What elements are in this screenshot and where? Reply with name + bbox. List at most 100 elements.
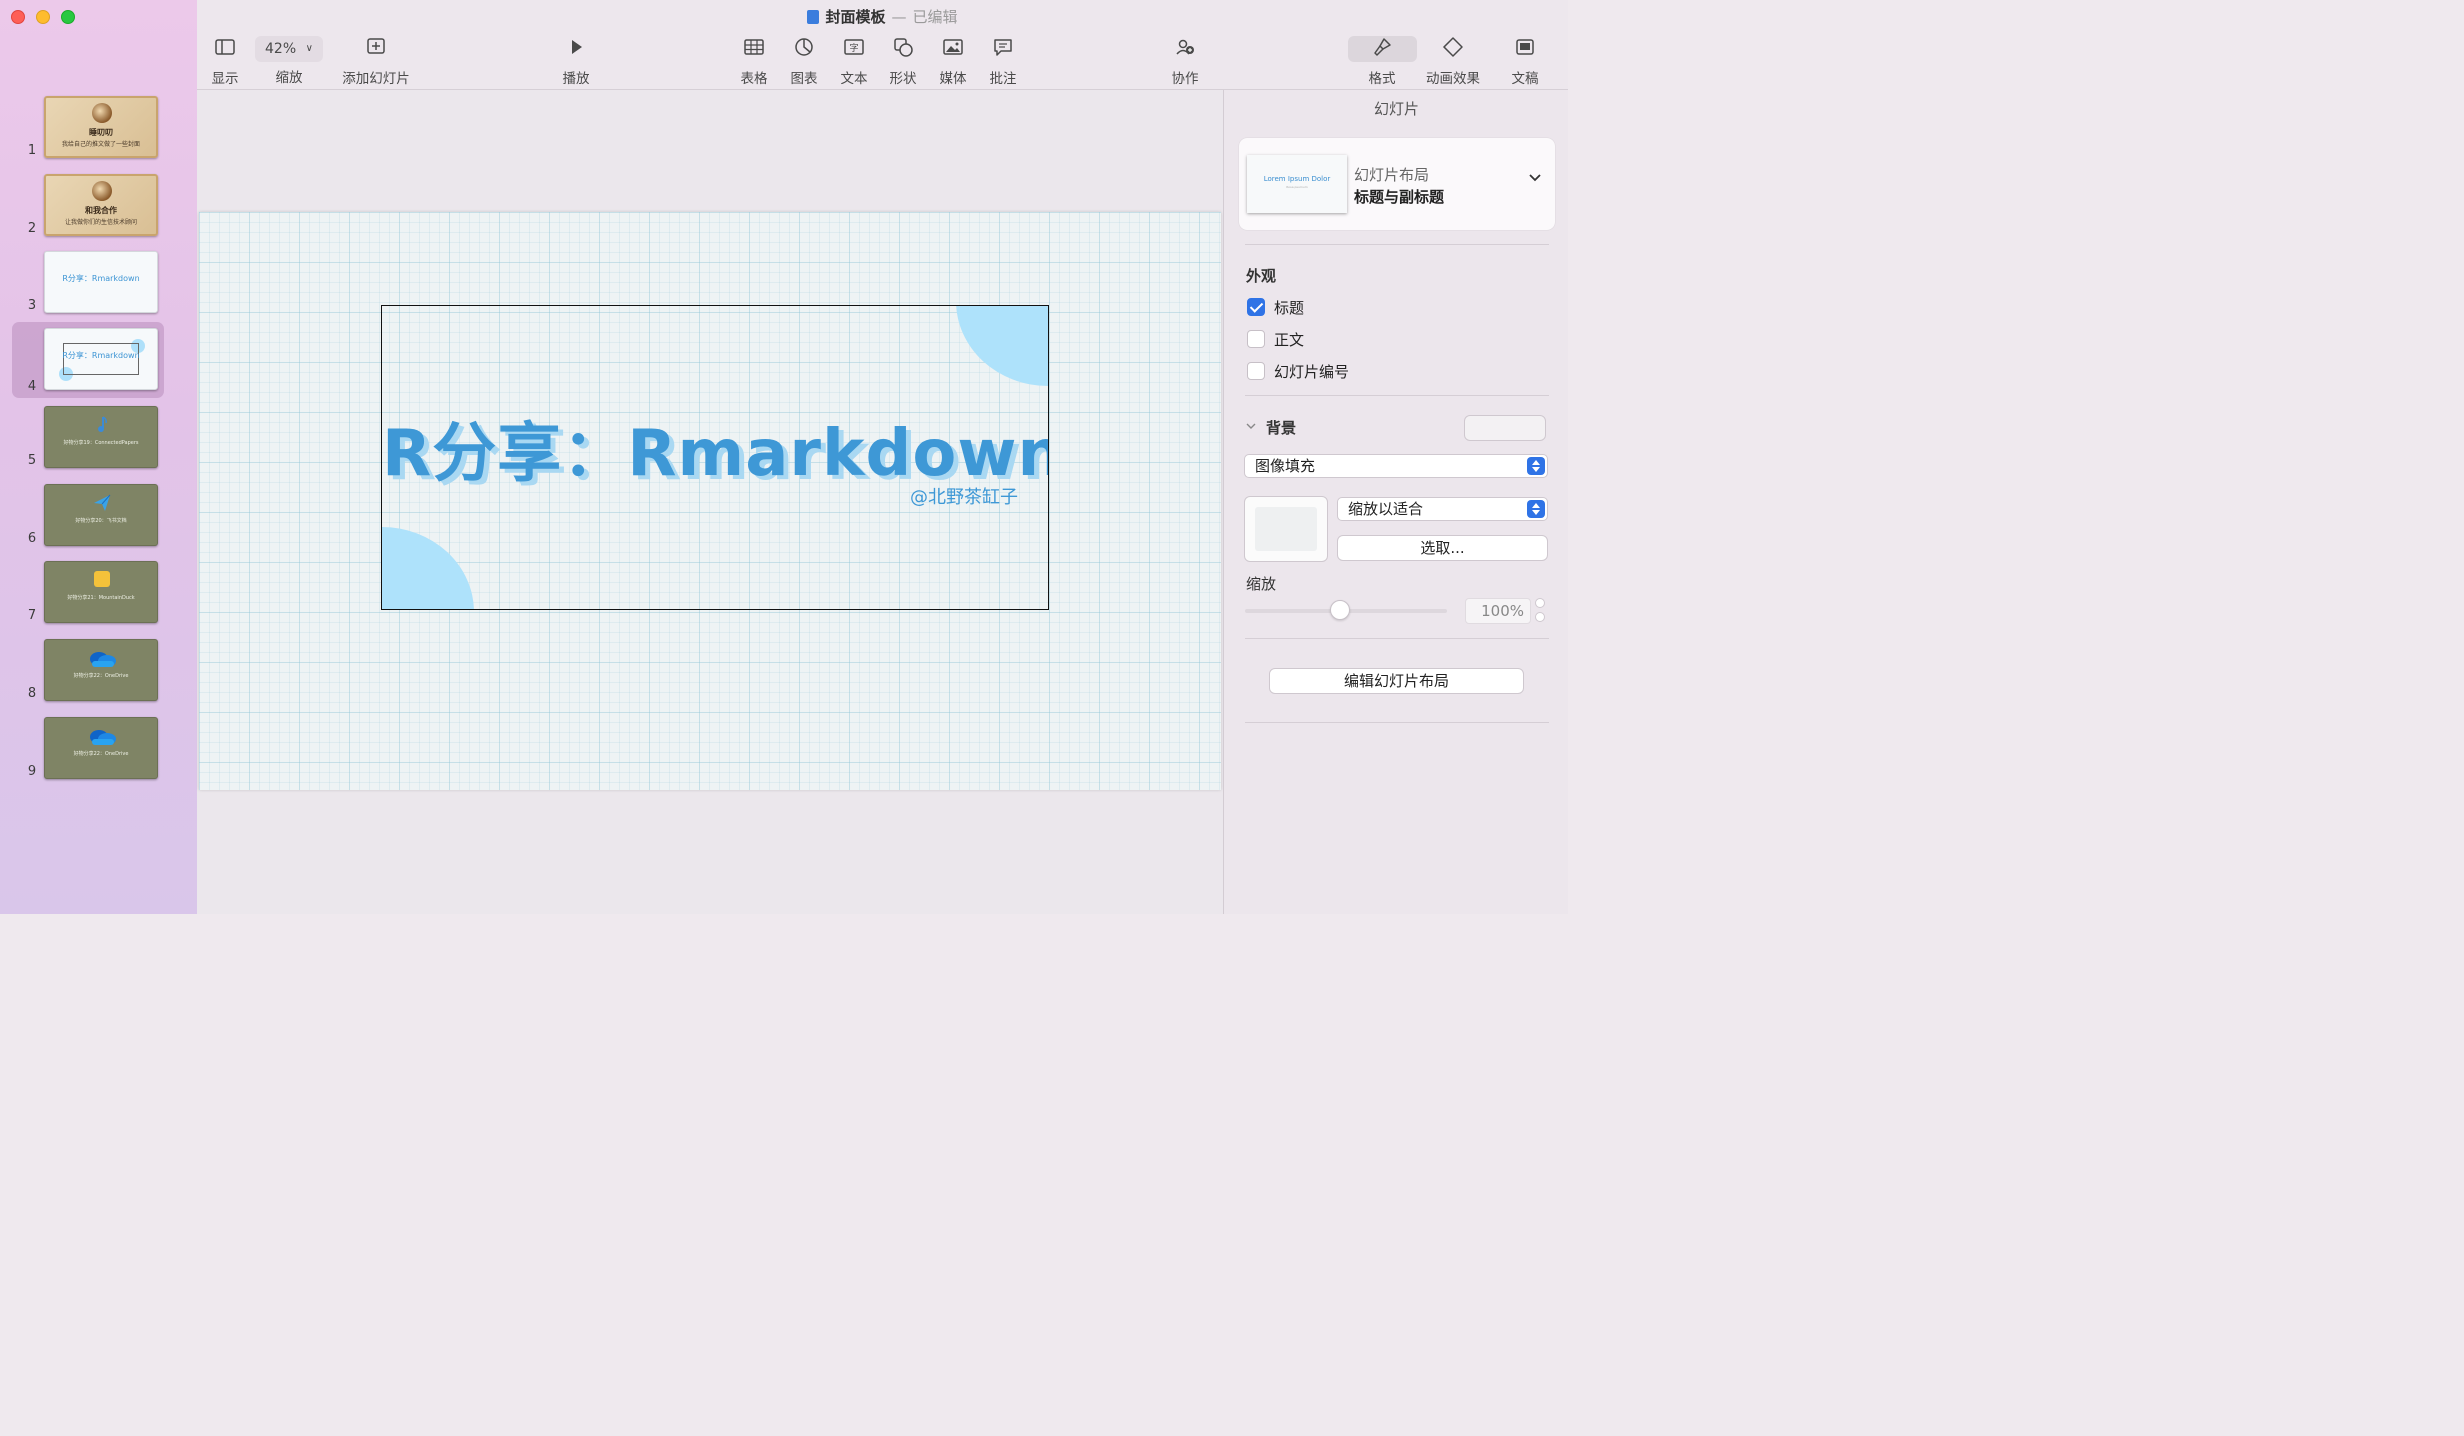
minimize-window-button[interactable] — [36, 10, 50, 24]
choose-image-button[interactable]: 选取... — [1337, 535, 1548, 561]
stepper-down-icon[interactable] — [1535, 612, 1545, 622]
document-button[interactable]: 文稿 — [1509, 36, 1541, 87]
media-button[interactable]: 媒体 — [937, 36, 969, 87]
photo-icon — [943, 39, 963, 55]
collaborate-icon — [1176, 39, 1194, 55]
slide-thumbnail-row-selected[interactable]: 4 R分享：Rmarkdown — [12, 322, 164, 398]
text-button[interactable]: 字 文本 — [838, 36, 870, 87]
background-image-well[interactable] — [1244, 496, 1328, 562]
slide-thumbnail[interactable]: 睡叨叨 我给自己的推文做了一些封面 — [44, 96, 158, 158]
zoom-caption: 缩放 — [269, 66, 309, 86]
slide-thumbnail-row[interactable]: 2 和我合作 让我做你们的生信技术顾问 — [12, 168, 164, 240]
slide-thumbnail[interactable]: 好物分享20：飞书文档 — [44, 484, 158, 546]
slide-thumbnail-row[interactable]: 8 好物分享22：OneDrive — [12, 633, 164, 705]
slide-number: 8 — [27, 686, 37, 701]
keynote-document-icon — [807, 10, 820, 24]
thumbnail-title: 和我合作 — [85, 206, 117, 215]
chevron-down-icon[interactable] — [1527, 170, 1543, 186]
animate-button[interactable]: 动画效果 — [1423, 36, 1483, 87]
slide-content-frame[interactable]: R分享：Rmarkdown @北野茶缸子 — [381, 305, 1049, 610]
collaborate-button[interactable]: 协作 — [1169, 36, 1201, 87]
slide-navigator: 1 睡叨叨 我给自己的推文做了一些封面 2 和我合作 让我做你们的生信技术顾问 … — [0, 0, 198, 914]
add-slide-label: 添加幻灯片 — [342, 71, 410, 87]
slide-thumbnail-row[interactable]: 1 睡叨叨 我给自己的推文做了一些封面 — [12, 90, 164, 162]
chevron-down-icon: ∨ — [305, 43, 313, 54]
checkbox-label: 正文 — [1274, 331, 1305, 349]
scale-slider-knob[interactable] — [1330, 600, 1350, 620]
slide-thumbnail[interactable]: 好物分享21：MountainDuck — [44, 561, 158, 623]
slide-thumbnail-row[interactable]: 9 好物分享22：OneDrive — [12, 711, 164, 783]
slide-number-checkbox[interactable] — [1247, 362, 1265, 380]
zoom-popup[interactable]: 42% ∨ — [255, 36, 323, 62]
slide-thumbnail[interactable]: 好物分享19：ConnectedPapers — [44, 406, 158, 468]
chart-label: 图表 — [790, 71, 818, 87]
slide-thumbnail[interactable]: R分享：Rmarkdown — [44, 251, 158, 313]
slide-number: 7 — [27, 608, 37, 623]
edit-slide-layout-button[interactable]: 编辑幻灯片布局 — [1269, 668, 1524, 694]
appearance-heading: 外观 — [1246, 267, 1277, 285]
divider — [1245, 722, 1549, 723]
slide-thumbnail[interactable]: 和我合作 让我做你们的生信技术顾问 — [44, 174, 158, 236]
animate-label: 动画效果 — [1426, 71, 1480, 87]
layout-thumbnail-title: Lorem Ipsum Dolor — [1263, 175, 1331, 183]
scale-stepper[interactable] — [1533, 598, 1547, 624]
background-color-well[interactable] — [1464, 415, 1546, 441]
format-button[interactable]: 格式 — [1366, 36, 1398, 87]
comment-button[interactable]: 批注 — [987, 36, 1019, 87]
chart-button[interactable]: 图表 — [788, 36, 820, 87]
text-label: 文本 — [840, 71, 868, 87]
scale-mode-popup[interactable]: 缩放以适合 — [1337, 497, 1548, 521]
slide-layout-picker[interactable]: Lorem Ipsum Dolor Rosa psumum 幻灯片布局 标题与副… — [1239, 138, 1555, 230]
divider — [1245, 638, 1549, 639]
avatar — [92, 103, 112, 123]
title-checkbox[interactable] — [1247, 298, 1265, 316]
slide-thumbnail-row[interactable]: 6 好物分享20：飞书文档 — [12, 478, 164, 550]
format-label: 格式 — [1368, 71, 1396, 87]
close-window-button[interactable] — [11, 10, 25, 24]
background-heading: 背景 — [1266, 419, 1297, 437]
slide-thumbnail-row[interactable]: 7 好物分享21：MountainDuck — [12, 555, 164, 627]
title-separator: — — [891, 8, 907, 26]
thumbnail-title: 好物分享20：飞书文档 — [75, 518, 127, 524]
view-button[interactable]: 显示 — [209, 36, 241, 87]
slide-title[interactable]: R分享：Rmarkdown — [382, 402, 1048, 494]
stepper-up-icon[interactable] — [1535, 598, 1545, 608]
table-button[interactable]: 表格 — [738, 36, 770, 87]
inspector-title: 幻灯片 — [1373, 100, 1419, 118]
document-icon — [1516, 39, 1534, 55]
add-slide-button[interactable]: 添加幻灯片 — [340, 36, 412, 87]
popup-stepper-icon — [1527, 500, 1545, 518]
table-label: 表格 — [740, 71, 768, 87]
slide-thumbnail[interactable]: R分享：Rmarkdown — [44, 328, 158, 390]
image-preview — [1255, 507, 1317, 551]
slide-background[interactable]: R分享：Rmarkdown @北野茶缸子 — [199, 212, 1221, 790]
fill-type-popup[interactable]: 图像填充 — [1244, 454, 1548, 478]
slide-thumbnail-row[interactable]: 3 R分享：Rmarkdown — [12, 245, 164, 317]
fullscreen-window-button[interactable] — [61, 10, 75, 24]
onedrive-cloud-icon — [90, 730, 116, 745]
divider — [1245, 395, 1549, 396]
fill-type-value: 图像填充 — [1255, 457, 1316, 475]
text-box-icon: 字 — [844, 39, 864, 55]
play-button[interactable]: 播放 — [560, 36, 592, 87]
thumbnail-subtitle: 我给自己的推文做了一些封面 — [61, 141, 140, 148]
pie-chart-icon — [795, 38, 813, 56]
keynote-window: 1 睡叨叨 我给自己的推文做了一些封面 2 和我合作 让我做你们的生信技术顾问 … — [0, 0, 1568, 914]
zoom-label: 缩放 — [275, 70, 303, 86]
shape-button[interactable]: 形状 — [887, 36, 919, 87]
slide-thumbnail-row[interactable]: 5 好物分享19：ConnectedPapers — [12, 400, 164, 472]
slide-number: 3 — [27, 298, 37, 313]
slide-canvas[interactable]: R分享：Rmarkdown @北野茶缸子 — [197, 90, 1223, 914]
disclosure-chevron-icon[interactable] — [1246, 421, 1256, 431]
slide-subtitle[interactable]: @北野茶缸子 — [910, 483, 1018, 509]
svg-text:字: 字 — [849, 42, 858, 54]
slide-thumbnail[interactable]: 好物分享22：OneDrive — [44, 639, 158, 701]
body-checkbox[interactable] — [1247, 330, 1265, 348]
slide-number: 4 — [27, 379, 37, 394]
scale-input[interactable]: 100% — [1465, 598, 1531, 624]
divider — [1245, 244, 1549, 245]
scale-heading: 缩放 — [1246, 575, 1277, 593]
animate-diamond-icon — [1443, 37, 1463, 57]
slide-thumbnail[interactable]: 好物分享22：OneDrive — [44, 717, 158, 779]
checkbox-label: 标题 — [1274, 299, 1305, 317]
